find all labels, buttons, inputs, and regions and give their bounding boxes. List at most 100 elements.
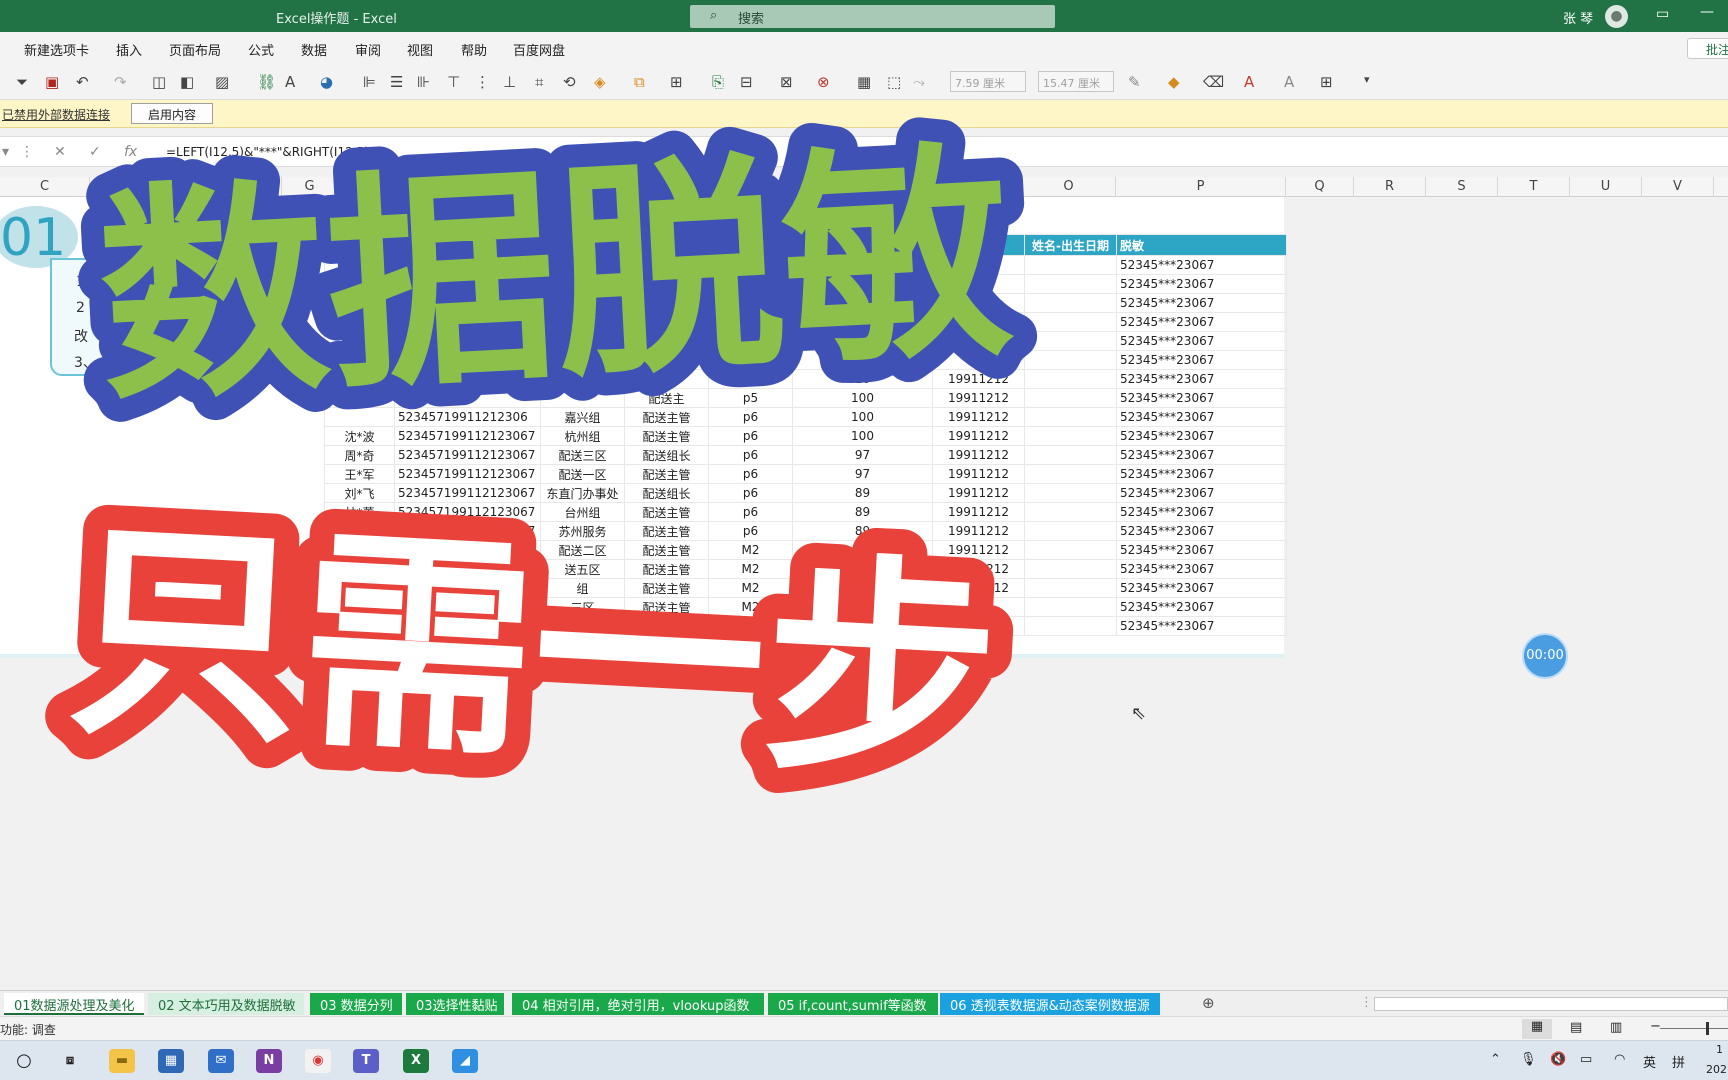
table-cell[interactable] xyxy=(394,293,541,313)
table-cell[interactable] xyxy=(1024,521,1117,541)
table-cell[interactable]: 配送一区 xyxy=(540,464,625,484)
zoom-slider[interactable] xyxy=(1660,1028,1728,1029)
table-cell[interactable]: 97 xyxy=(792,559,933,579)
table-cell[interactable] xyxy=(540,274,625,294)
table-cell[interactable]: 19911212 xyxy=(932,578,1025,598)
table-cell[interactable] xyxy=(1024,483,1117,503)
table-cell[interactable]: 97 xyxy=(792,464,933,484)
table-cell[interactable] xyxy=(792,255,933,275)
table-cell[interactable]: 52345***23067 xyxy=(1116,483,1287,503)
table-cell[interactable] xyxy=(394,312,541,332)
table-cell[interactable] xyxy=(394,388,541,408)
table-cell[interactable]: p6 xyxy=(708,483,793,503)
column-header-q[interactable]: Q xyxy=(1286,177,1354,197)
undo-icon[interactable]: ↶ xyxy=(76,73,89,91)
font-color-icon[interactable]: A xyxy=(1244,73,1254,91)
sheet-tab[interactable]: 04 相对引用，绝对引用，vlookup函数 xyxy=(512,993,764,1015)
table-cell[interactable]: 配送主管 xyxy=(624,540,709,560)
table-cell[interactable] xyxy=(624,255,709,275)
ime-mode[interactable]: 拼 xyxy=(1672,1052,1685,1071)
table-cell[interactable] xyxy=(1024,331,1117,351)
table-cell[interactable]: 19911212 xyxy=(932,540,1025,560)
table-cell[interactable]: M2 xyxy=(708,616,793,636)
tab-view[interactable]: 视图 xyxy=(407,40,433,59)
file-explorer-icon[interactable]: ▬ xyxy=(109,1049,135,1073)
width-field[interactable]: 15.47 厘米 xyxy=(1038,71,1114,92)
table-cell[interactable]: 配送组长 xyxy=(624,483,709,503)
feishu-icon[interactable]: ◢ xyxy=(452,1049,478,1073)
table-cell[interactable] xyxy=(708,293,793,313)
table-cell[interactable] xyxy=(624,312,709,332)
text-highlight-icon[interactable]: A xyxy=(1284,73,1294,91)
table-cell[interactable]: 523457199112123067 xyxy=(394,483,541,503)
table-cell[interactable] xyxy=(324,578,395,598)
table-cell[interactable] xyxy=(324,350,395,370)
table-cell[interactable] xyxy=(932,331,1025,351)
battery-icon[interactable]: ▭ xyxy=(1580,1052,1592,1067)
column-header-f[interactable]: F xyxy=(226,177,282,197)
table-cell[interactable] xyxy=(932,350,1025,370)
copy-format-icon[interactable]: ⎘ xyxy=(712,73,724,91)
format-brush-icon[interactable]: ✎ xyxy=(1128,73,1141,91)
table-cell[interactable]: 配送主管 xyxy=(624,578,709,598)
formula-text[interactable]: =LEFT(I12,5)&"***"&RIGHT(I12,5) xyxy=(166,145,369,159)
column-header-t[interactable]: T xyxy=(1498,177,1570,197)
table-header-cell[interactable]: 脱敏 xyxy=(1116,234,1287,256)
rotate-icon[interactable]: ⟲ xyxy=(563,73,576,91)
shapes-icon[interactable]: ◧ xyxy=(180,73,194,91)
table-cell[interactable]: 配送三区 xyxy=(540,445,625,465)
sheet-tab[interactable]: 05 if,count,sumif等函数 xyxy=(768,993,938,1015)
table-cell[interactable]: 523457199112123067 xyxy=(394,426,541,446)
align-center-icon[interactable]: ☰ xyxy=(390,73,403,91)
crop-icon[interactable]: ⌗ xyxy=(535,73,543,91)
wifi-icon[interactable]: ◠ xyxy=(1614,1052,1625,1067)
cancel-icon[interactable]: ✕ xyxy=(54,144,66,160)
table-cell[interactable] xyxy=(324,255,395,275)
security-warning-text[interactable]: 已禁用外部数据连接 xyxy=(2,106,110,123)
table-cell[interactable] xyxy=(624,331,709,351)
table-cell[interactable]: 97 xyxy=(792,540,933,560)
table-cell[interactable] xyxy=(708,255,793,275)
table-cell[interactable]: 19911212 xyxy=(932,407,1025,427)
table-cell[interactable] xyxy=(708,350,793,370)
link-disabled-icon[interactable]: ⤳ xyxy=(913,73,925,91)
table-cell[interactable] xyxy=(932,616,1025,636)
table-cell[interactable]: M2 xyxy=(708,540,793,560)
table-cell[interactable]: 19911212 xyxy=(932,502,1025,522)
column-header-g[interactable]: G xyxy=(282,177,338,197)
table-cell[interactable]: 19911212 xyxy=(932,426,1025,446)
table-cell[interactable]: 配送主 xyxy=(624,388,709,408)
table-cell[interactable]: 19911212 xyxy=(932,521,1025,541)
search-box[interactable]: ⌕ 搜索 xyxy=(690,5,1055,28)
table-cell[interactable]: 三区 xyxy=(540,597,625,617)
tab-data[interactable]: 数据 xyxy=(301,40,327,59)
table-cell[interactable] xyxy=(1024,616,1117,636)
table-cell[interactable] xyxy=(624,293,709,313)
table-cell[interactable]: M2 xyxy=(708,597,793,617)
select-icon[interactable]: ⬚ xyxy=(887,73,901,91)
table-cell[interactable]: p6 xyxy=(708,502,793,522)
table-cell[interactable]: 52345***23067 xyxy=(1116,255,1287,275)
table-header-cell[interactable]: 姓名-出生日期 xyxy=(1024,234,1117,256)
table-cell[interactable]: 100 xyxy=(792,407,933,427)
comments-button[interactable]: 批注 xyxy=(1687,38,1728,59)
enter-icon[interactable]: ✓ xyxy=(89,144,101,160)
table-cell[interactable] xyxy=(624,369,709,389)
table-cell[interactable] xyxy=(394,369,541,389)
start-search-icon[interactable]: ○ xyxy=(11,1049,37,1073)
table-cell[interactable]: 523457199112123067 xyxy=(394,521,541,541)
table-cell[interactable]: 配送主管 xyxy=(624,521,709,541)
group-icon[interactable]: ⧉ xyxy=(634,73,645,91)
table-cell[interactable] xyxy=(324,388,395,408)
table-cell[interactable] xyxy=(932,293,1025,313)
table-cell[interactable]: p6 xyxy=(708,464,793,484)
add-sheet-icon[interactable]: ⊕ xyxy=(1192,992,1225,1014)
table-cell[interactable] xyxy=(1024,274,1117,294)
table-cell[interactable] xyxy=(792,616,933,636)
store-icon[interactable]: ▦ xyxy=(158,1049,184,1073)
align-right-icon[interactable]: ⊪ xyxy=(417,73,430,91)
more-icon[interactable]: ⋮ xyxy=(20,144,34,160)
table-cell[interactable] xyxy=(1024,388,1117,408)
table-cell[interactable]: 19911212 xyxy=(932,483,1025,503)
table-cell[interactable] xyxy=(708,331,793,351)
